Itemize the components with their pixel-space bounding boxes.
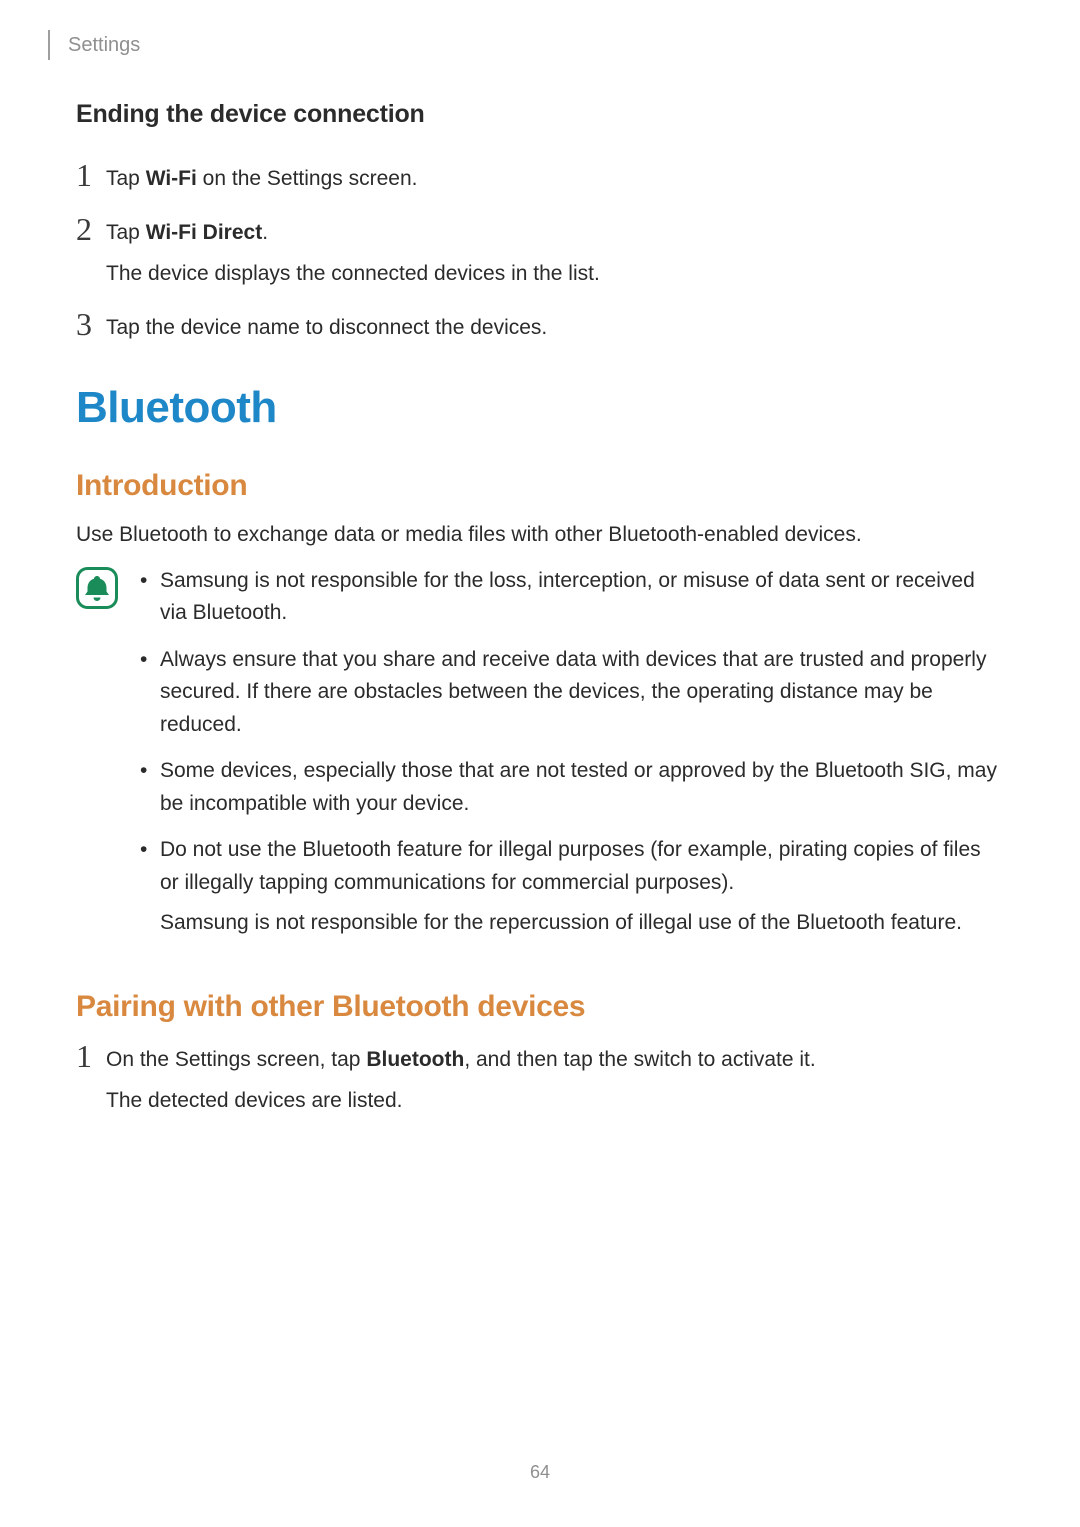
header-tick: Settings — [48, 30, 140, 60]
step-post: on the Settings screen. — [197, 167, 418, 190]
step-pre: Tap — [106, 167, 146, 190]
step-text: Tap the device name to disconnect the de… — [106, 308, 1004, 344]
bullet-dot-icon: • — [140, 755, 160, 787]
step-number: 3 — [76, 308, 106, 340]
note-block: • Samsung is not responsible for the los… — [76, 565, 1004, 954]
bullet-trail: Samsung is not responsible for the reper… — [160, 907, 1004, 940]
bullet-text: Do not use the Bluetooth feature for ill… — [160, 834, 1004, 940]
bullet-main: Do not use the Bluetooth feature for ill… — [160, 838, 981, 894]
bullet-text: Always ensure that you share and receive… — [160, 644, 1004, 742]
step-text: On the Settings screen, tap Bluetooth, a… — [106, 1040, 1004, 1117]
step-number: 1 — [76, 1040, 106, 1072]
subsection-heading-pairing: Pairing with other Bluetooth devices — [76, 990, 1004, 1024]
list-item: • Some devices, especially those that ar… — [140, 755, 1004, 820]
step-text: Tap Wi-Fi Direct. The device displays th… — [106, 213, 1004, 290]
list-item: 1 On the Settings screen, tap Bluetooth,… — [76, 1040, 1004, 1117]
step-pre: On the Settings screen, tap — [106, 1048, 366, 1071]
header-section-label: Settings — [68, 34, 140, 57]
step-number: 1 — [76, 159, 106, 191]
list-item: • Samsung is not responsible for the los… — [140, 565, 1004, 630]
ordered-list-pairing: 1 On the Settings screen, tap Bluetooth,… — [76, 1040, 1004, 1117]
step-number: 2 — [76, 213, 106, 245]
bullet-dot-icon: • — [140, 644, 160, 676]
subsection-heading-introduction: Introduction — [76, 469, 1004, 503]
bullet-dot-icon: • — [140, 565, 160, 597]
step-pre: Tap the device name to disconnect the de… — [106, 316, 547, 339]
page-number: 64 — [0, 1462, 1080, 1483]
subsection-heading-ending: Ending the device connection — [76, 100, 1004, 129]
step-post: . — [262, 221, 268, 244]
step-bold: Bluetooth — [366, 1048, 464, 1071]
list-item: 2 Tap Wi-Fi Direct. The device displays … — [76, 213, 1004, 290]
page-header: Settings — [48, 30, 140, 60]
bullet-dot-icon: • — [140, 834, 160, 866]
page-content: Ending the device connection 1 Tap Wi-Fi… — [76, 100, 1004, 1135]
ordered-list-ending: 1 Tap Wi-Fi on the Settings screen. 2 Ta… — [76, 159, 1004, 343]
list-item: 3 Tap the device name to disconnect the … — [76, 308, 1004, 344]
note-icon-wrap — [76, 565, 132, 609]
bullet-text: Samsung is not responsible for the loss,… — [160, 565, 1004, 630]
step-text: Tap Wi-Fi on the Settings screen. — [106, 159, 1004, 195]
note-list: • Samsung is not responsible for the los… — [132, 565, 1004, 954]
bell-icon — [76, 567, 118, 609]
step-subtext: The device displays the connected device… — [106, 258, 1004, 290]
section-title-bluetooth: Bluetooth — [76, 383, 1004, 433]
step-post: , and then tap the switch to activate it… — [464, 1048, 815, 1071]
list-item: • Do not use the Bluetooth feature for i… — [140, 834, 1004, 940]
step-pre: Tap — [106, 221, 146, 244]
manual-page: Settings Ending the device connection 1 … — [0, 0, 1080, 1527]
step-bold: Wi-Fi — [146, 167, 197, 190]
bullet-text: Some devices, especially those that are … — [160, 755, 1004, 820]
step-bold: Wi-Fi Direct — [146, 221, 262, 244]
step-subtext: The detected devices are listed. — [106, 1085, 1004, 1117]
list-item: • Always ensure that you share and recei… — [140, 644, 1004, 742]
list-item: 1 Tap Wi-Fi on the Settings screen. — [76, 159, 1004, 195]
intro-paragraph: Use Bluetooth to exchange data or media … — [76, 519, 1004, 551]
